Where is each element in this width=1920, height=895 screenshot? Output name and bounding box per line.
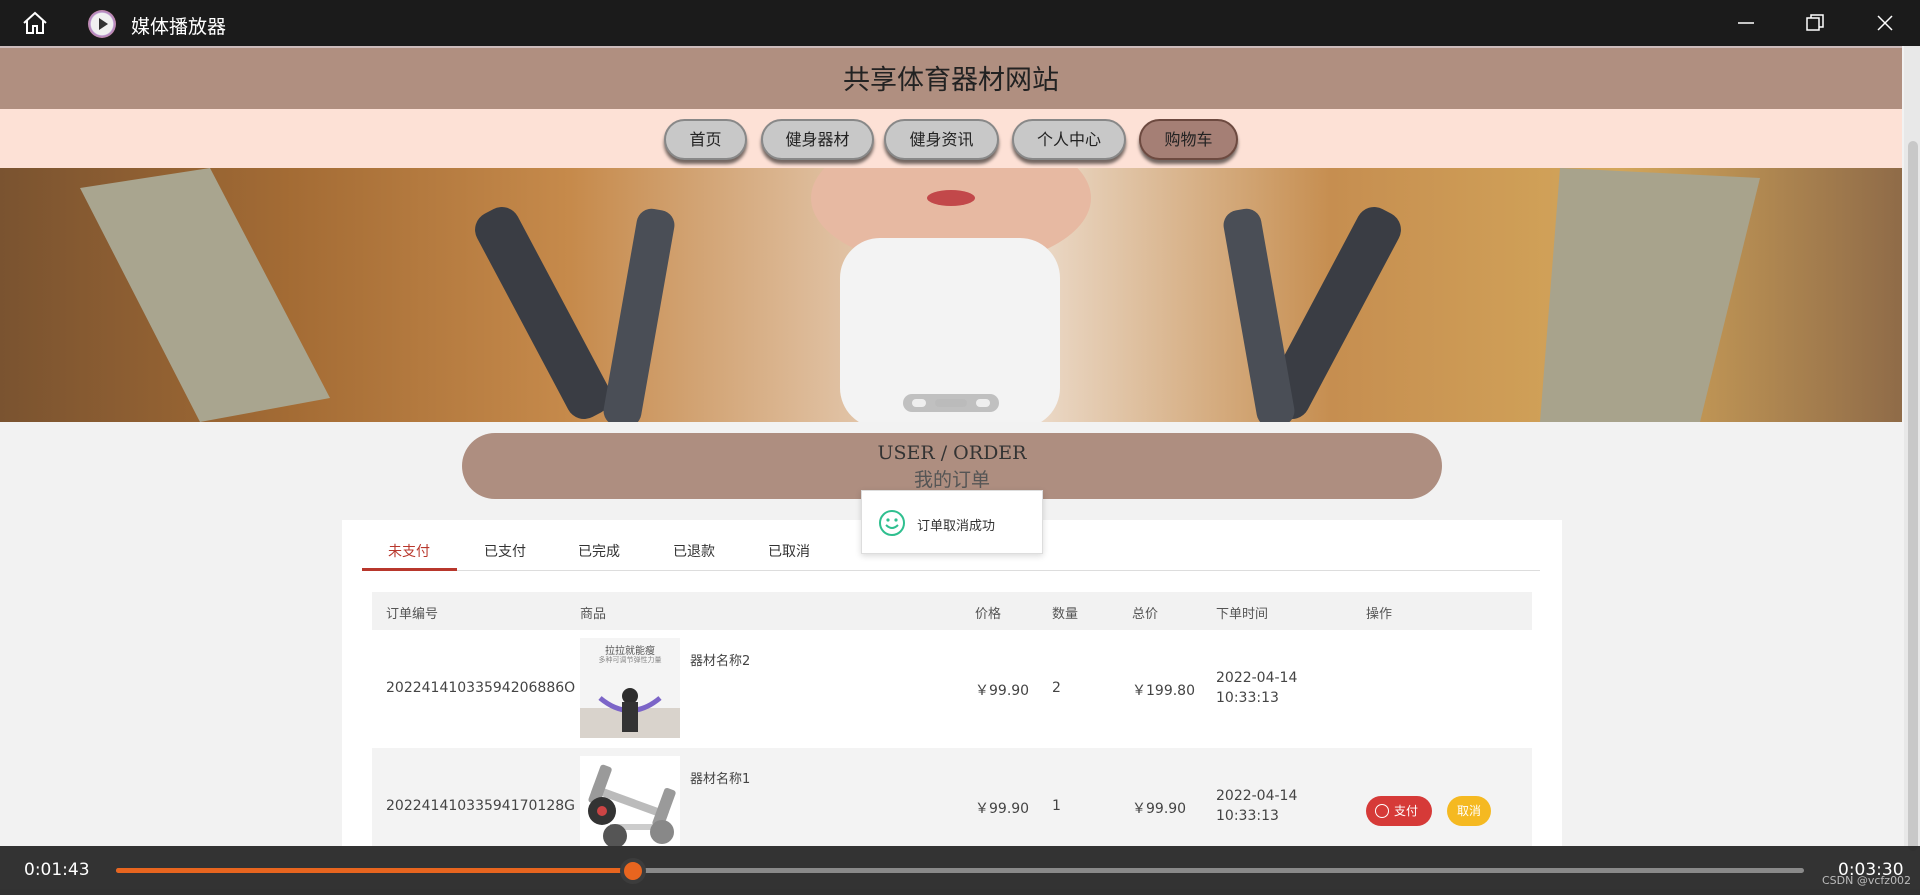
product-name[interactable]: 器材名称1 [690, 768, 750, 787]
minimize-icon[interactable] [1734, 12, 1758, 34]
carousel-dot-active[interactable] [935, 399, 967, 407]
product-thumbnail[interactable] [580, 756, 680, 846]
tab-refunded[interactable]: 已退款 [673, 541, 715, 561]
close-icon[interactable] [1873, 12, 1897, 34]
seek-bar[interactable] [116, 858, 1804, 884]
order-header-en: USER / ORDER [877, 442, 1027, 464]
tab-completed[interactable]: 已完成 [578, 541, 620, 561]
col-product: 商品 [580, 607, 607, 622]
order-header-cn: 我的订单 [913, 469, 990, 491]
site-title: 共享体育器材网站 [843, 65, 1059, 96]
quantity: 1 [1052, 798, 1061, 814]
cancel-order-button[interactable]: 取消 [1447, 796, 1491, 826]
site-header: 共享体育器材网站 [0, 46, 1902, 109]
order-time: 10:33:13 [1216, 690, 1279, 706]
watermark: CSDN @vcfz002 [1822, 874, 1912, 887]
vertical-scrollbar[interactable] [1904, 46, 1920, 851]
nav-item-news[interactable]: 健身资讯 [884, 119, 999, 160]
web-page: 共享体育器材网站 首页 健身器材 健身资讯 个人中心 购物车 USER / OR… [0, 46, 1902, 846]
col-qty: 数量 [1052, 607, 1079, 622]
success-toast: 订单取消成功 [861, 490, 1043, 554]
nav-item-home[interactable]: 首页 [664, 119, 747, 160]
player-controls: 0:01:43 0:03:30 CSDN @vcfz002 [0, 846, 1920, 895]
smile-icon [879, 510, 905, 536]
media-player-icon [88, 10, 116, 38]
order-number: 20224141033594206886O [386, 680, 576, 696]
order-date: 2022-04-14 [1216, 788, 1298, 804]
col-actions: 操作 [1366, 607, 1393, 622]
current-time: 0:01:43 [24, 860, 90, 880]
table-row: 20224141033594170128G 器材名称1 ￥99.90 1 ￥99… [372, 748, 1532, 846]
quantity: 2 [1052, 680, 1061, 696]
tab-cancelled[interactable]: 已取消 [768, 541, 810, 561]
yen-icon [1375, 804, 1389, 818]
carousel-indicator [903, 394, 999, 412]
order-date: 2022-04-14 [1216, 670, 1298, 686]
nav-item-cart[interactable]: 购物车 [1139, 119, 1238, 160]
price: ￥99.90 [975, 683, 1030, 699]
table-row: 20224141033594206886O 拉拉就能瘦 多种可调节弹性力量 器材… [372, 630, 1532, 748]
resistance-band-image [580, 688, 680, 738]
scrollbar-thumb[interactable] [1908, 141, 1918, 851]
banner-illustration [80, 168, 1760, 422]
home-icon[interactable] [22, 11, 48, 35]
pay-button[interactable]: 支付 [1366, 796, 1432, 826]
total-price: ￥99.90 [1132, 801, 1187, 817]
tabs-divider [362, 570, 1540, 571]
toast-message: 订单取消成功 [917, 519, 996, 534]
price: ￥99.90 [975, 801, 1030, 817]
carousel-dot[interactable] [976, 399, 990, 407]
carousel-dot[interactable] [912, 399, 926, 407]
active-tab-indicator [362, 568, 457, 571]
restore-icon[interactable] [1803, 12, 1827, 34]
dumbbell-image [588, 764, 676, 846]
nav-item-profile[interactable]: 个人中心 [1012, 119, 1126, 160]
thumb-subcaption: 多种可调节弹性力量 [598, 656, 662, 664]
nav-item-equipment[interactable]: 健身器材 [761, 119, 874, 160]
window-titlebar: 媒体播放器 [0, 0, 1920, 46]
tab-unpaid[interactable]: 未支付 [388, 541, 430, 561]
product-thumbnail[interactable]: 拉拉就能瘦 多种可调节弹性力量 [580, 638, 680, 738]
window-title: 媒体播放器 [131, 16, 227, 38]
product-name[interactable]: 器材名称2 [690, 650, 750, 669]
col-date: 下单时间 [1216, 607, 1269, 622]
main-nav: 首页 健身器材 健身资讯 个人中心 购物车 [0, 109, 1902, 168]
col-total: 总价 [1132, 607, 1159, 622]
col-price: 价格 [975, 607, 1002, 622]
hero-banner-image [0, 168, 1902, 422]
table-header: 订单编号 商品 价格 数量 总价 下单时间 操作 [372, 592, 1532, 630]
pay-button-label: 支付 [1394, 804, 1419, 818]
seek-bar-handle[interactable] [620, 858, 646, 884]
order-number: 20224141033594170128G [386, 798, 575, 814]
tab-paid[interactable]: 已支付 [484, 541, 526, 561]
order-time: 10:33:13 [1216, 808, 1279, 824]
seek-bar-progress [116, 868, 633, 873]
total-price: ￥199.80 [1132, 683, 1195, 699]
col-order-no: 订单编号 [386, 607, 439, 622]
